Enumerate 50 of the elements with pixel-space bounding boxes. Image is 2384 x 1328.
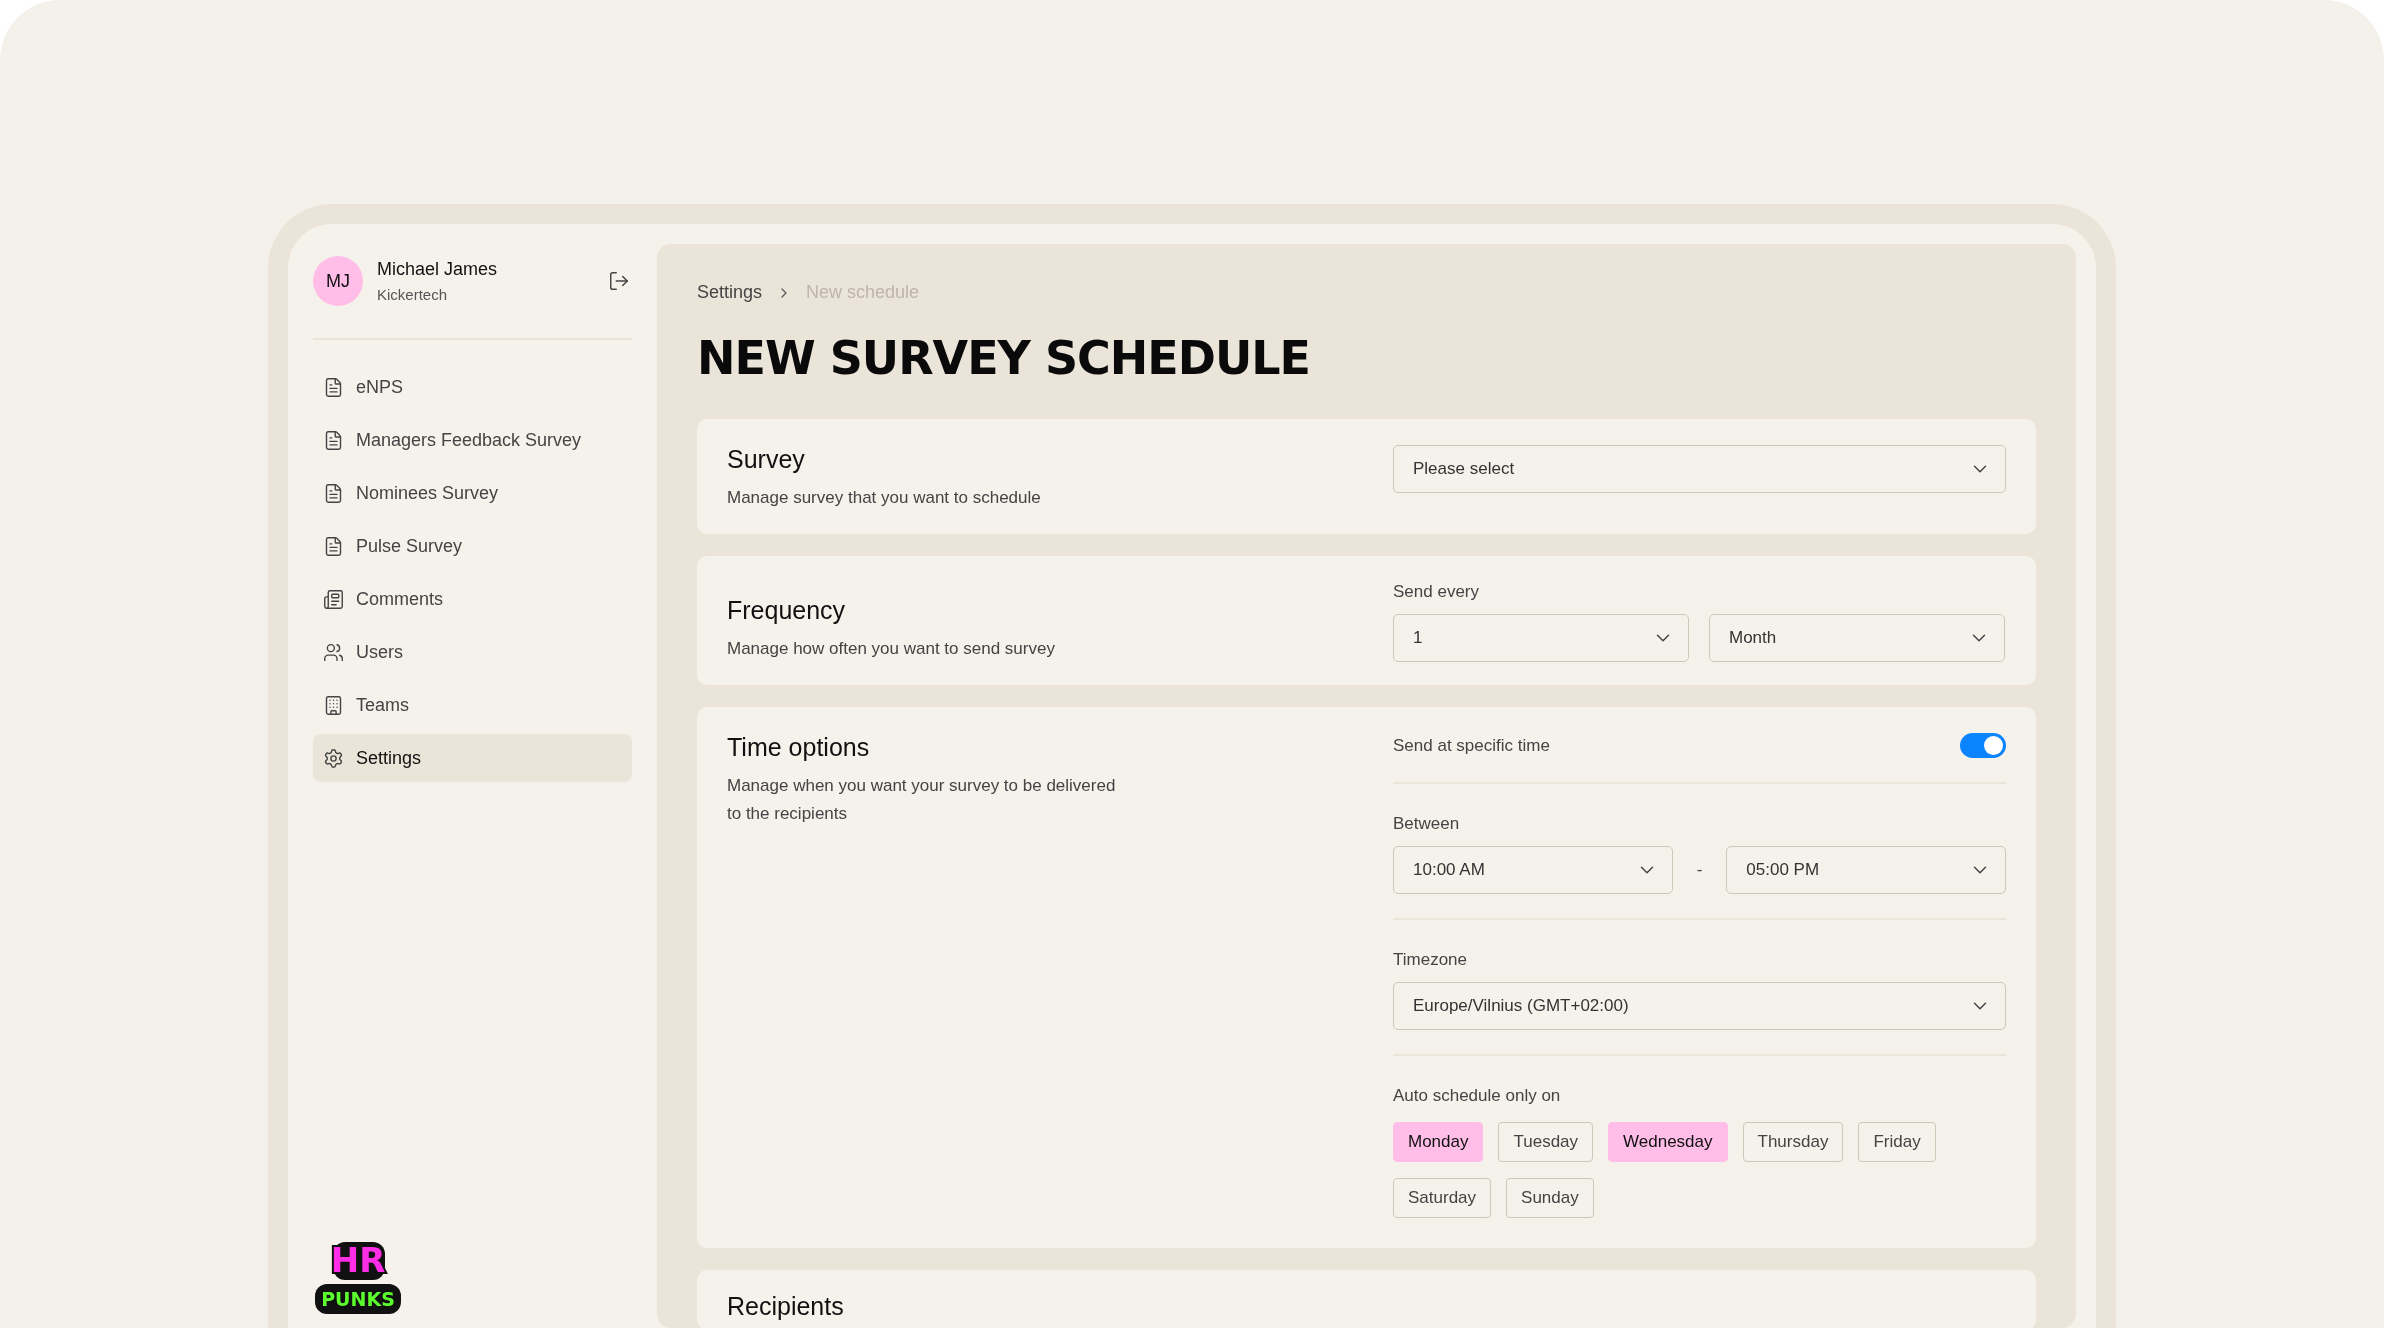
building-icon: [323, 694, 344, 716]
nav-item[interactable]: eNPS: [313, 363, 632, 411]
section-title: Survey: [727, 445, 806, 474]
nav-item[interactable]: Nominees Survey: [313, 469, 632, 517]
nav-item[interactable]: Users: [313, 628, 632, 676]
day-chip[interactable]: Wednesday: [1608, 1122, 1728, 1162]
survey-select[interactable]: Please select: [1393, 445, 2006, 493]
breadcrumb-link[interactable]: Settings: [697, 282, 763, 303]
nav-item[interactable]: Managers Feedback Survey: [313, 416, 632, 464]
start-time-select[interactable]: 10:00 AM: [1393, 846, 1673, 894]
company-name: Kickertech: [377, 286, 449, 303]
nav-item[interactable]: Teams: [313, 681, 632, 729]
end-time-select[interactable]: 05:00 PM: [1726, 846, 2006, 894]
nav-item[interactable]: Settings: [313, 734, 632, 782]
field-label: Auto schedule only on: [1393, 1086, 1562, 1106]
section-description: Manage when you want your survey to be delivered to the recipients: [727, 775, 1117, 825]
field-label: Send every: [1393, 582, 1480, 602]
document-icon: [323, 376, 344, 398]
logo: HR PUNKS: [313, 1238, 403, 1318]
day-chip[interactable]: Saturday: [1393, 1178, 1492, 1218]
day-chip[interactable]: Sunday: [1506, 1178, 1594, 1218]
toggle-label: Send at specific time: [1393, 735, 1550, 756]
nav-item[interactable]: Pulse Survey: [313, 522, 632, 570]
section-title: Time options: [727, 733, 871, 762]
day-chip[interactable]: Thursday: [1742, 1122, 1844, 1162]
logout-button[interactable]: [608, 270, 630, 292]
avatar: MJ: [313, 256, 363, 306]
document-icon: [323, 535, 344, 557]
unit-select[interactable]: Month: [1709, 614, 2005, 662]
nav-item[interactable]: Comments: [313, 575, 632, 623]
day-chip[interactable]: Tuesday: [1498, 1122, 1594, 1162]
section-title: Recipients: [727, 1292, 845, 1321]
users-icon: [323, 641, 344, 663]
range-separator: -: [1695, 860, 1704, 880]
day-chip[interactable]: Monday: [1393, 1122, 1484, 1162]
page-title: NEW SURVEY SCHEDULE: [697, 333, 1310, 383]
timezone-select[interactable]: Europe/Vilnius (GMT+02:00): [1393, 982, 2006, 1030]
toggle-switch[interactable]: [1960, 733, 2006, 758]
count-select[interactable]: 1: [1393, 614, 1689, 662]
field-label: Timezone: [1393, 950, 1468, 970]
section-description: Manage survey that you want to schedule: [727, 487, 1041, 509]
day-chip[interactable]: Friday: [1858, 1122, 1936, 1162]
user-name: Michael James: [377, 259, 499, 280]
section-description: Manage how often you want to send survey: [727, 638, 1055, 660]
document-icon: [323, 429, 344, 451]
section-title: Frequency: [727, 596, 847, 625]
field-label: Between: [1393, 814, 1461, 834]
settings-icon: [323, 747, 344, 769]
document-icon: [323, 482, 344, 504]
newspaper-icon: [323, 588, 344, 610]
